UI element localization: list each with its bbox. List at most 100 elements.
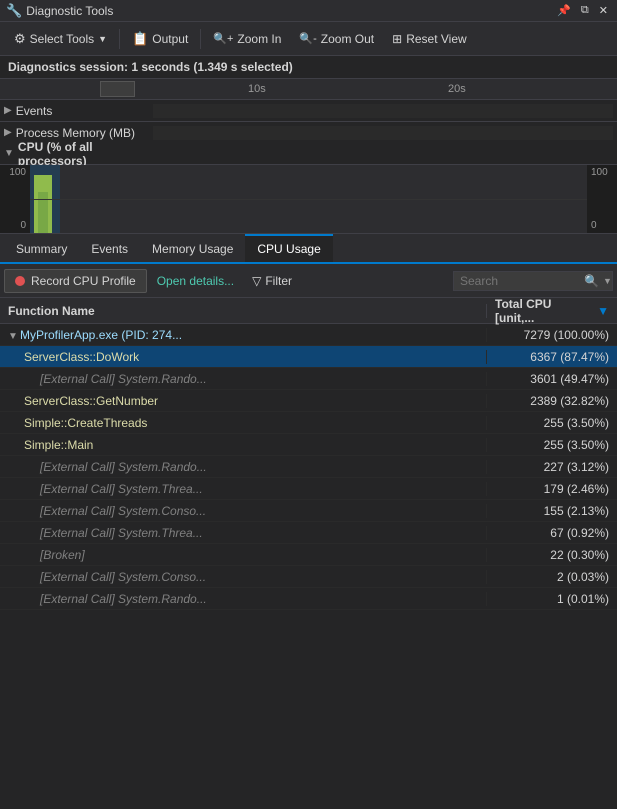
action-bar: Record CPU Profile Open details... ▽ Fil… <box>0 264 617 298</box>
cpu-chart-body: 100 0 100 0 <box>0 165 617 233</box>
toolbar-separator-1 <box>119 29 120 49</box>
pin-button[interactable]: 📌 <box>554 3 574 18</box>
search-input[interactable] <box>460 274 580 288</box>
tree-expand-icon[interactable]: ▼ <box>8 331 20 342</box>
td-function-name: [External Call] System.Conso... <box>0 504 487 518</box>
dropdown-arrow-icon: ▼ <box>98 34 107 44</box>
filter-button[interactable]: ▽ Filter <box>244 270 300 292</box>
function-name-text: ServerClass::GetNumber <box>24 394 158 408</box>
cpu-chart-canvas[interactable] <box>30 165 587 233</box>
close-button[interactable]: ✕ <box>596 3 611 18</box>
float-button[interactable]: ⧉ <box>578 3 592 18</box>
function-name-text: MyProfilerApp.exe (PID: 274... <box>20 328 182 342</box>
table-row[interactable]: [External Call] System.Rando... 1 (0.01%) <box>0 588 617 610</box>
reset-view-button[interactable]: ⊞ Reset View <box>384 25 475 53</box>
td-function-name: Simple::CreateThreads <box>0 416 487 430</box>
table-row[interactable]: Simple::CreateThreads255 (3.50%) <box>0 412 617 434</box>
output-button[interactable]: 📋 Output <box>124 25 196 53</box>
table-row[interactable]: [Broken] 22 (0.30%) <box>0 544 617 566</box>
table-row[interactable]: ▼ MyProfilerApp.exe (PID: 274...7279 (10… <box>0 324 617 346</box>
td-total-cpu: 179 (2.46%) <box>487 482 617 496</box>
table-row[interactable]: [External Call] System.Conso... 2 (0.03%) <box>0 566 617 588</box>
cpu-grid <box>30 165 587 233</box>
function-name-text: [Broken] <box>40 548 85 562</box>
cpu-collapse-icon: ▼ <box>4 148 14 159</box>
td-total-cpu: 1 (0.01%) <box>487 592 617 606</box>
td-total-cpu: 255 (3.50%) <box>487 438 617 452</box>
zoom-in-button[interactable]: 🔍+ Zoom In <box>205 25 289 53</box>
session-info: Diagnostics session: 1 seconds (1.349 s … <box>0 56 617 79</box>
table-row[interactable]: ServerClass::GetNumber2389 (32.82%) <box>0 390 617 412</box>
events-collapse-icon: ▶ <box>4 105 12 116</box>
diagnostic-tools-icon: 🔧 <box>6 3 22 19</box>
events-label: Events <box>16 104 53 118</box>
table-row[interactable]: ServerClass::DoWork 6367 (87.47%) <box>0 346 617 368</box>
table-row[interactable]: [External Call] System.Conso... 155 (2.13… <box>0 500 617 522</box>
cpu-grid-mid <box>30 199 587 200</box>
cpu-selected-region <box>30 165 60 233</box>
tab-cpu-usage[interactable]: CPU Usage <box>245 234 332 262</box>
td-function-name: [External Call] System.Threa... <box>0 482 487 496</box>
process-memory-collapse-icon: ▶ <box>4 127 12 138</box>
th-function-name[interactable]: Function Name <box>0 304 487 318</box>
zoom-out-button[interactable]: 🔍- Zoom Out <box>291 25 382 53</box>
zoom-in-icon: 🔍+ <box>213 32 233 45</box>
td-total-cpu: 227 (3.12%) <box>487 460 617 474</box>
title-bar-left: 🔧 Diagnostic Tools <box>6 3 113 19</box>
title-bar-right: 📌 ⧉ ✕ <box>554 3 611 18</box>
session-info-text: Diagnostics session: 1 seconds (1.349 s … <box>8 60 293 74</box>
table-row[interactable]: [External Call] System.Threa...179 (2.46… <box>0 478 617 500</box>
toolbar-separator-2 <box>200 29 201 49</box>
function-name-text: [External Call] System.Conso... <box>40 570 206 584</box>
table-body: ▼ MyProfilerApp.exe (PID: 274...7279 (10… <box>0 324 617 809</box>
tab-events-label: Events <box>91 242 128 256</box>
toolbar: ⚙ Select Tools ▼ 📋 Output 🔍+ Zoom In 🔍- … <box>0 22 617 56</box>
tab-summary[interactable]: Summary <box>4 236 79 262</box>
cpu-header-label-container: ▼ CPU (% of all processors) <box>4 140 149 168</box>
title-bar-text: Diagnostic Tools <box>26 4 113 18</box>
tab-events[interactable]: Events <box>79 236 140 262</box>
open-details-button[interactable]: Open details... <box>151 270 240 292</box>
function-name-text: [External Call] System.Conso... <box>40 504 206 518</box>
process-memory-label: Process Memory (MB) <box>16 126 135 140</box>
cpu-chart-header[interactable]: ▼ CPU (% of all processors) <box>0 143 617 165</box>
cpu-usage-panel: Record CPU Profile Open details... ▽ Fil… <box>0 264 617 809</box>
search-area[interactable]: 🔍 ▼ <box>453 271 613 291</box>
sort-descending-icon: ▼ <box>597 304 609 318</box>
td-function-name: ServerClass::DoWork <box>0 350 487 364</box>
output-icon: 📋 <box>132 31 148 47</box>
events-section[interactable]: ▶ Events <box>0 99 617 121</box>
td-function-name: [External Call] System.Rando... <box>0 372 487 386</box>
filter-label: Filter <box>265 274 292 288</box>
process-memory-track <box>153 126 613 140</box>
th-total-cpu-label: Total CPU [unit,... <box>495 297 593 325</box>
td-total-cpu: 6367 (87.47%) <box>487 350 617 364</box>
table-row[interactable]: [External Call] System.Rando...227 (3.12… <box>0 456 617 478</box>
selection-indicator[interactable] <box>100 81 135 97</box>
tab-memory-usage[interactable]: Memory Usage <box>140 236 245 262</box>
tab-memory-usage-label: Memory Usage <box>152 242 233 256</box>
function-name-text: [External Call] System.Rando... <box>40 592 207 606</box>
function-name-text: Simple::Main <box>24 438 93 452</box>
td-total-cpu: 155 (2.13%) <box>487 504 617 518</box>
search-dropdown-icon[interactable]: ▼ <box>603 276 612 286</box>
th-total-cpu[interactable]: Total CPU [unit,... ▼ <box>487 297 617 325</box>
cpu-y-top-left: 100 <box>4 167 26 178</box>
tab-cpu-usage-label: CPU Usage <box>257 242 320 256</box>
td-total-cpu: 3601 (49.47%) <box>487 372 617 386</box>
record-cpu-profile-button[interactable]: Record CPU Profile <box>4 269 147 293</box>
table-row[interactable]: [External Call] System.Threa...67 (0.92%… <box>0 522 617 544</box>
function-name-text: ServerClass::DoWork <box>24 350 139 364</box>
td-function-name: ▼ MyProfilerApp.exe (PID: 274... <box>0 328 487 342</box>
table-row[interactable]: Simple::Main 255 (3.50%) <box>0 434 617 456</box>
select-tools-button[interactable]: ⚙ Select Tools ▼ <box>6 25 115 53</box>
search-icon: 🔍 <box>584 274 599 288</box>
td-function-name: [External Call] System.Threa... <box>0 526 487 540</box>
table-row[interactable]: [External Call] System.Rando...3601 (49.… <box>0 368 617 390</box>
td-total-cpu: 22 (0.30%) <box>487 548 617 562</box>
td-function-name: Simple::Main <box>0 438 487 452</box>
cpu-y-axis-right: 100 0 <box>587 165 617 233</box>
td-function-name: [External Call] System.Rando... <box>0 592 487 606</box>
td-total-cpu: 2 (0.03%) <box>487 570 617 584</box>
record-dot-icon <box>15 276 25 286</box>
